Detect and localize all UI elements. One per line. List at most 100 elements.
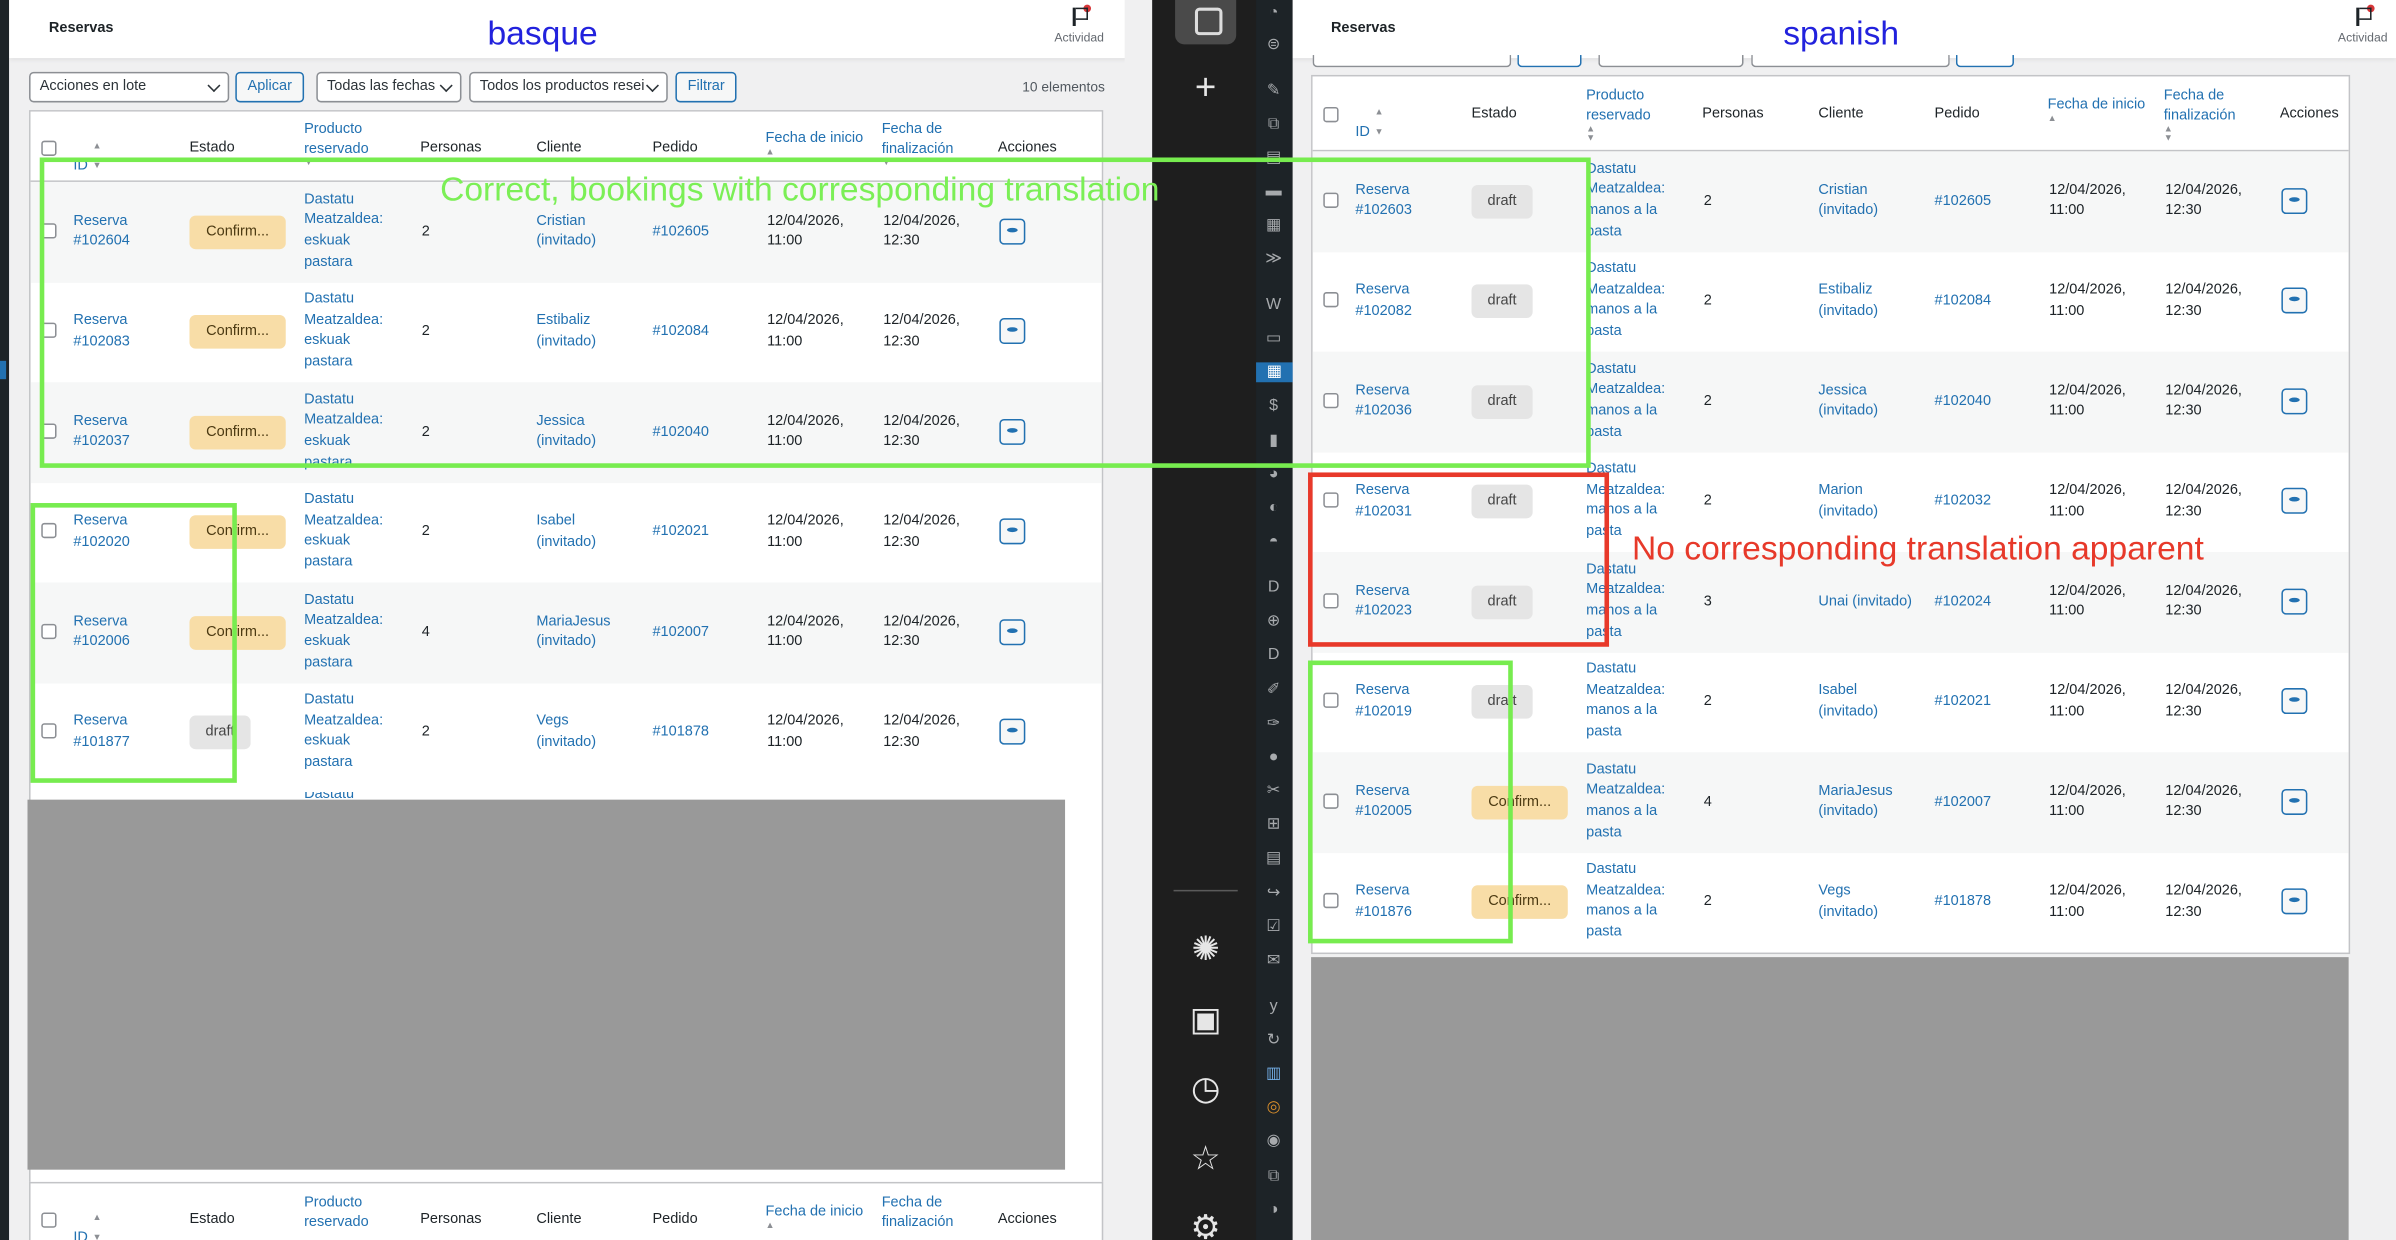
mail-icon[interactable]: ✉ [1264,951,1284,971]
product-link[interactable]: Dastatu Meatzaldea: eskuak pastara [304,590,383,673]
view-booking-eye-icon[interactable] [2281,788,2308,815]
check-icon[interactable]: ☑ [1264,917,1284,937]
speed-icon[interactable]: ◎ [1264,1098,1284,1118]
booking-id-link[interactable]: Reserva #102604 [73,211,130,253]
bulk-actions-select-partial[interactable] [1312,55,1512,68]
column-fecha-fin[interactable]: Fecha de finalización ▼ [882,119,954,168]
row-checkbox[interactable] [41,423,57,439]
order-link[interactable]: #102021 [1935,691,1992,712]
products-filter-partial[interactable] [1751,55,1950,68]
column-fecha-inicio[interactable]: Fecha de inicio ▲ [2048,95,2146,124]
order-link[interactable]: #102040 [1935,391,1992,412]
activity-button[interactable]: Actividad [1054,4,1104,44]
view-booking-eye-icon[interactable] [2281,187,2308,214]
row-checkbox[interactable] [1323,592,1339,609]
comments-icon[interactable]: ▬ [1264,182,1284,202]
row-checkbox[interactable] [1323,893,1339,909]
table-icon[interactable]: ▦ [1264,216,1284,236]
client-link[interactable]: Isabel (invitado) [536,511,596,553]
row-checkbox[interactable] [41,623,57,639]
elementor-icon[interactable]: ⊜ [1264,35,1284,55]
view-booking-eye-icon[interactable] [2281,888,2308,915]
product-link[interactable]: Dastatu Meatzaldea: eskuak pastara [304,189,383,272]
booking-id-link[interactable]: Reserva #102023 [1355,581,1412,623]
collapse-icon[interactable]: ◑ [1264,1200,1284,1220]
clock-icon[interactable]: ◷ [1183,1071,1229,1106]
filter-button-partial[interactable] [1955,55,2014,68]
client-link[interactable]: Unai (invitado) [1818,591,1912,612]
building-icon[interactable]: ▥ [1264,1064,1284,1084]
order-link[interactable]: #102024 [1935,591,1992,612]
footer-column-id[interactable]: ID▲ ▼ [73,1209,101,1240]
dashboard-icon[interactable]: ◔ [1264,3,1284,23]
order-link[interactable]: #101878 [652,722,709,743]
star-icon[interactable]: ☆ [1183,1141,1229,1176]
view-booking-eye-icon[interactable] [2281,488,2308,515]
row-checkbox[interactable] [1323,492,1339,509]
openai-icon[interactable]: ✺ [1183,932,1229,967]
product-link[interactable]: Dastatu Meatzaldea: eskuak pastara [304,690,383,773]
select-all-checkbox-footer[interactable] [41,1212,57,1228]
booking-id-link[interactable]: Reserva #101876 [1355,881,1412,923]
yoast-icon[interactable]: y [1264,997,1284,1017]
dates-filter-select[interactable]: Todas las fechas [316,71,462,103]
media-library-icon[interactable]: ⧉ [1264,1167,1284,1187]
booking-id-link[interactable]: Reserva #102036 [1355,380,1412,422]
booking-id-link[interactable]: Reserva #102037 [73,411,130,453]
product-link[interactable]: Dastatu Meatzaldea: manos a la pasta [1586,659,1665,742]
view-booking-eye-icon[interactable] [999,518,1026,545]
marketing-icon[interactable]: ◕ [1264,465,1284,485]
activity-button[interactable]: Actividad [2338,4,2388,44]
client-link[interactable]: Estibaliz (invitado) [536,311,596,353]
product-link[interactable]: Dastatu Meatzaldea: manos a la pasta [1586,259,1665,342]
appearance-icon[interactable]: ◐ [1264,498,1284,518]
view-booking-eye-icon[interactable] [999,719,1026,745]
wrench-icon[interactable]: ✂ [1264,781,1284,801]
order-link[interactable]: #102605 [1935,191,1992,212]
view-booking-eye-icon[interactable] [2281,287,2308,314]
view-booking-eye-icon[interactable] [2281,688,2308,715]
order-link[interactable]: #102084 [1935,291,1992,312]
row-checkbox[interactable] [41,222,57,239]
select-all-checkbox[interactable] [41,140,57,156]
row-checkbox[interactable] [1323,292,1339,308]
row-checkbox[interactable] [41,322,57,339]
redirect-icon[interactable]: ↪ [1264,884,1284,904]
booking-id-link[interactable]: Reserva #102031 [1355,480,1412,522]
settings-gear-icon[interactable]: ⚙ [1183,1210,1229,1240]
remote-desktop-icon[interactable]: ▣ [1183,1002,1229,1037]
select-all-checkbox[interactable] [1323,107,1339,123]
view-booking-eye-icon[interactable] [999,218,1026,245]
pages-icon[interactable]: ▤ [1264,148,1284,168]
shield-icon[interactable]: ◉ [1264,1131,1284,1151]
filter-button[interactable]: Filtrar [675,71,737,103]
footer-column-fecha-fin[interactable]: Fecha de finalización [882,1193,954,1233]
booking-id-link[interactable]: Reserva #102603 [1355,180,1412,222]
row-checkbox[interactable] [41,723,57,739]
product-link[interactable]: Dastatu Meatzaldea: manos a la pasta [1586,159,1665,242]
products-filter-select[interactable]: Todos los productos resei [469,71,668,103]
forms-icon[interactable]: ≫ [1264,249,1284,269]
booking-id-link[interactable]: Reserva #102019 [1355,681,1412,723]
brush-icon[interactable]: ✑ [1264,714,1284,734]
product-link[interactable]: Dastatu Meatzaldea: eskuak pastara [304,490,383,573]
product-link[interactable]: Dastatu Meatzaldea: eskuak pastara [304,390,383,473]
footer-column-fecha-inicio[interactable]: Fecha de inicio ▲ [766,1202,864,1231]
media-icon[interactable]: ⧉ [1264,115,1284,135]
order-link[interactable]: #102084 [652,321,709,342]
bookings-calendar-icon[interactable]: ▦ [1256,362,1301,383]
booking-id-link[interactable]: Reserva #102020 [73,511,130,553]
order-link[interactable]: #102032 [1935,491,1992,512]
product-link[interactable]: Dastatu Meatzaldea: manos a la pasta [1586,559,1665,642]
order-link[interactable]: #102007 [1935,792,1992,813]
apply-button[interactable]: Aplicar [235,71,305,103]
client-link[interactable]: Estibaliz (invitado) [1818,280,1878,322]
order-link[interactable]: #102040 [652,422,709,443]
row-checkbox[interactable] [41,523,57,539]
view-booking-eye-icon[interactable] [2281,387,2308,414]
client-link[interactable]: Vegs (invitado) [536,711,596,753]
plugins-icon[interactable]: ◓ [1264,532,1284,552]
footer-column-producto[interactable]: Producto reservado [304,1193,369,1233]
booking-id-link[interactable]: Reserva #101877 [73,711,130,753]
d-plugin-icon[interactable]: D [1264,645,1284,665]
